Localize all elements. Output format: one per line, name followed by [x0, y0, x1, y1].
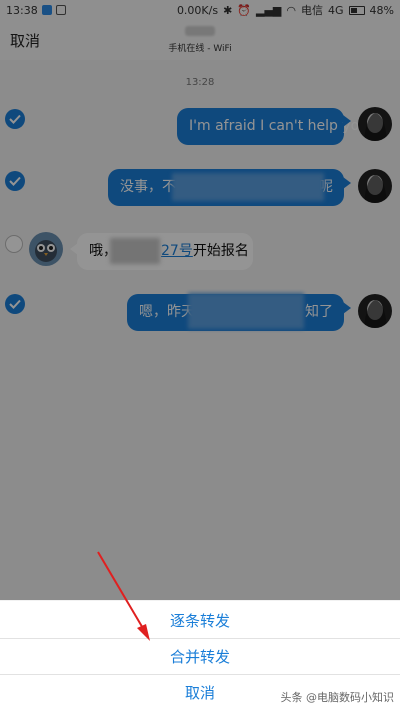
annotation-arrow-icon: [97, 551, 150, 641]
chat-screen: 13:38 0.00K/s ✱ ⏰ ▂▄▆ ◠ 电信 4G 48% 取消 手机在…: [0, 0, 400, 711]
